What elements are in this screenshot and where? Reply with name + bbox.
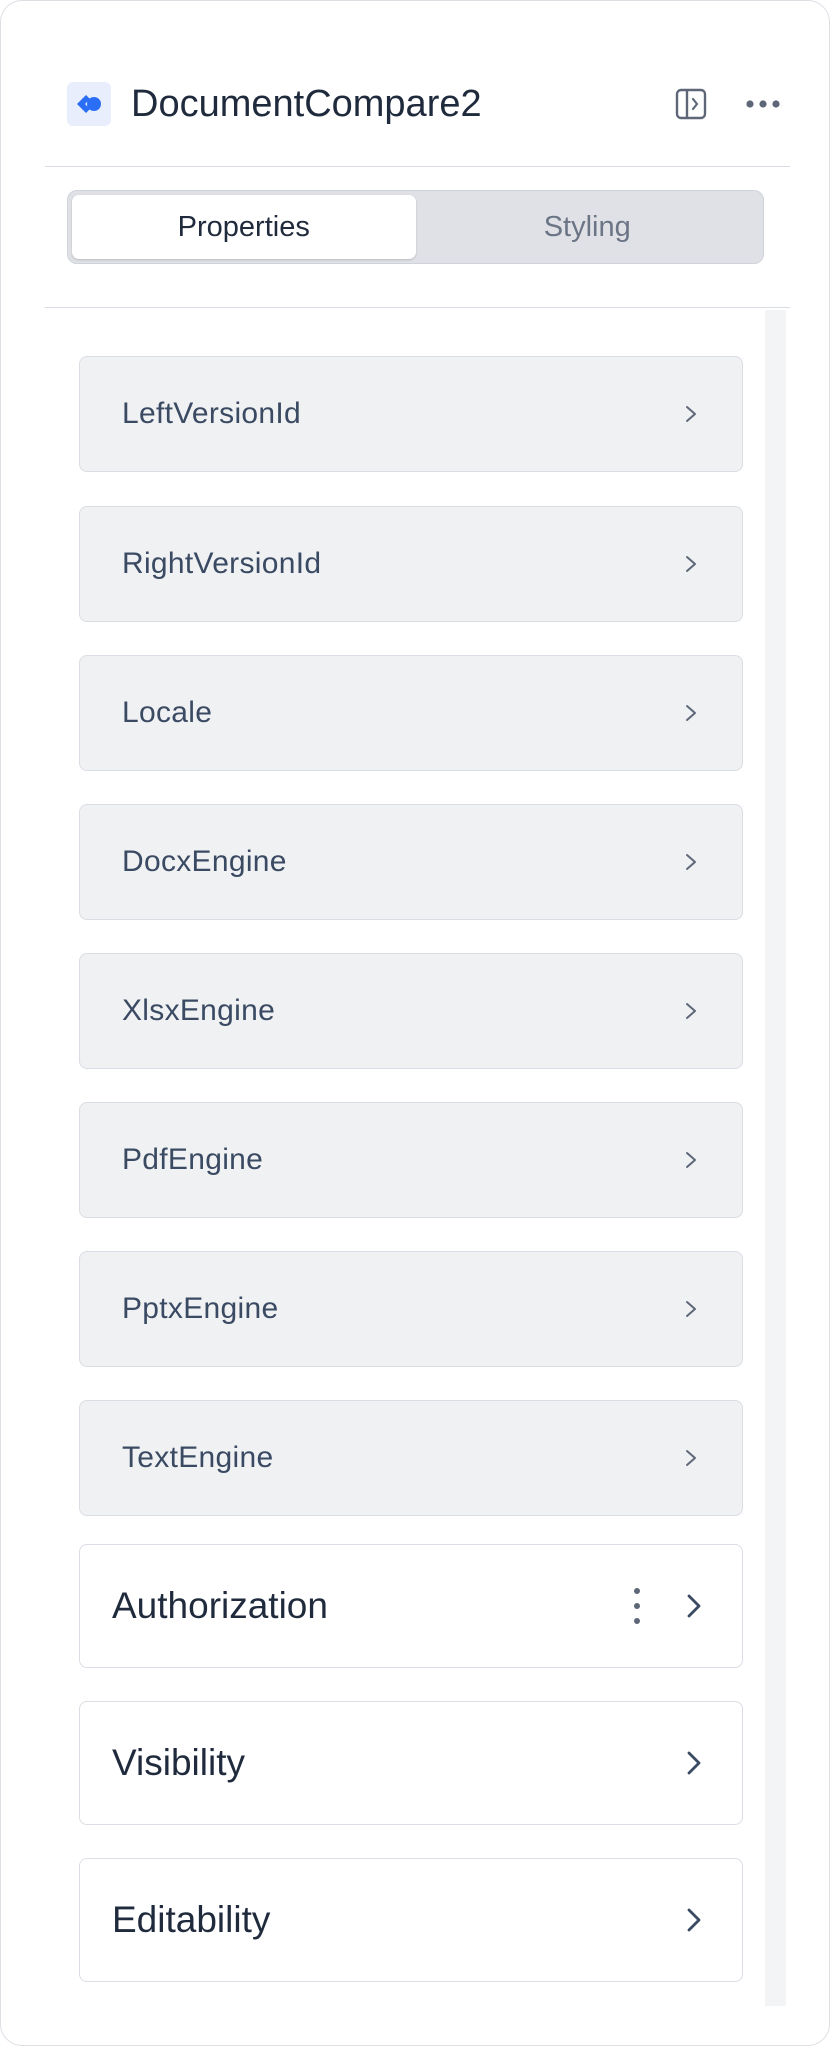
chevron-right-icon	[686, 1301, 696, 1317]
tab-styling[interactable]: Styling	[416, 195, 760, 259]
component-logo-icon	[67, 82, 111, 126]
property-item-textengine[interactable]: TextEngine	[79, 1400, 743, 1516]
property-label: XlsxEngine	[122, 994, 276, 1027]
chevron-right-icon	[687, 1908, 701, 1932]
property-label: TextEngine	[122, 1441, 274, 1474]
chevron-right-icon	[686, 406, 696, 422]
property-item-rightversionid[interactable]: RightVersionId	[79, 506, 743, 622]
tab-switcher: Properties Styling	[67, 190, 764, 264]
property-item-leftversionid[interactable]: LeftVersionId	[79, 356, 743, 472]
component-title: DocumentCompare2	[131, 82, 482, 125]
chevron-right-icon	[686, 705, 696, 721]
section-editability[interactable]: Editability	[79, 1858, 743, 1982]
more-vertical-icon[interactable]	[632, 1588, 642, 1624]
property-label: PptxEngine	[122, 1292, 279, 1325]
scrollbar[interactable]	[765, 310, 786, 2006]
chevron-right-icon	[687, 1594, 701, 1618]
header-divider	[45, 166, 790, 167]
section-label: Editability	[112, 1899, 271, 1940]
tab-properties[interactable]: Properties	[72, 195, 416, 259]
property-item-xlsxengine[interactable]: XlsxEngine	[79, 953, 743, 1069]
section-label: Authorization	[112, 1585, 328, 1626]
tabs-divider	[45, 307, 790, 308]
more-horizontal-icon[interactable]	[743, 84, 783, 124]
property-label: RightVersionId	[122, 547, 322, 580]
properties-panel: DocumentCompare2 Properties Styling Left…	[0, 0, 830, 2046]
property-item-locale[interactable]: Locale	[79, 655, 743, 771]
panel-header: DocumentCompare2	[45, 59, 789, 149]
chevron-right-icon	[687, 1751, 701, 1775]
property-label: PdfEngine	[122, 1143, 264, 1176]
section-authorization[interactable]: Authorization	[79, 1544, 743, 1668]
chevron-right-icon	[686, 556, 696, 572]
property-item-pdfengine[interactable]: PdfEngine	[79, 1102, 743, 1218]
chevron-right-icon	[686, 1003, 696, 1019]
property-item-docxengine[interactable]: DocxEngine	[79, 804, 743, 920]
chevron-right-icon	[686, 1450, 696, 1466]
section-visibility[interactable]: Visibility	[79, 1701, 743, 1825]
property-label: Locale	[122, 696, 213, 729]
section-label: Visibility	[112, 1742, 245, 1783]
property-item-pptxengine[interactable]: PptxEngine	[79, 1251, 743, 1367]
chevron-right-icon	[686, 1152, 696, 1168]
property-label: LeftVersionId	[122, 397, 302, 430]
property-label: DocxEngine	[122, 845, 287, 878]
chevron-right-icon	[686, 854, 696, 870]
sidebar-toggle-icon[interactable]	[671, 84, 711, 124]
